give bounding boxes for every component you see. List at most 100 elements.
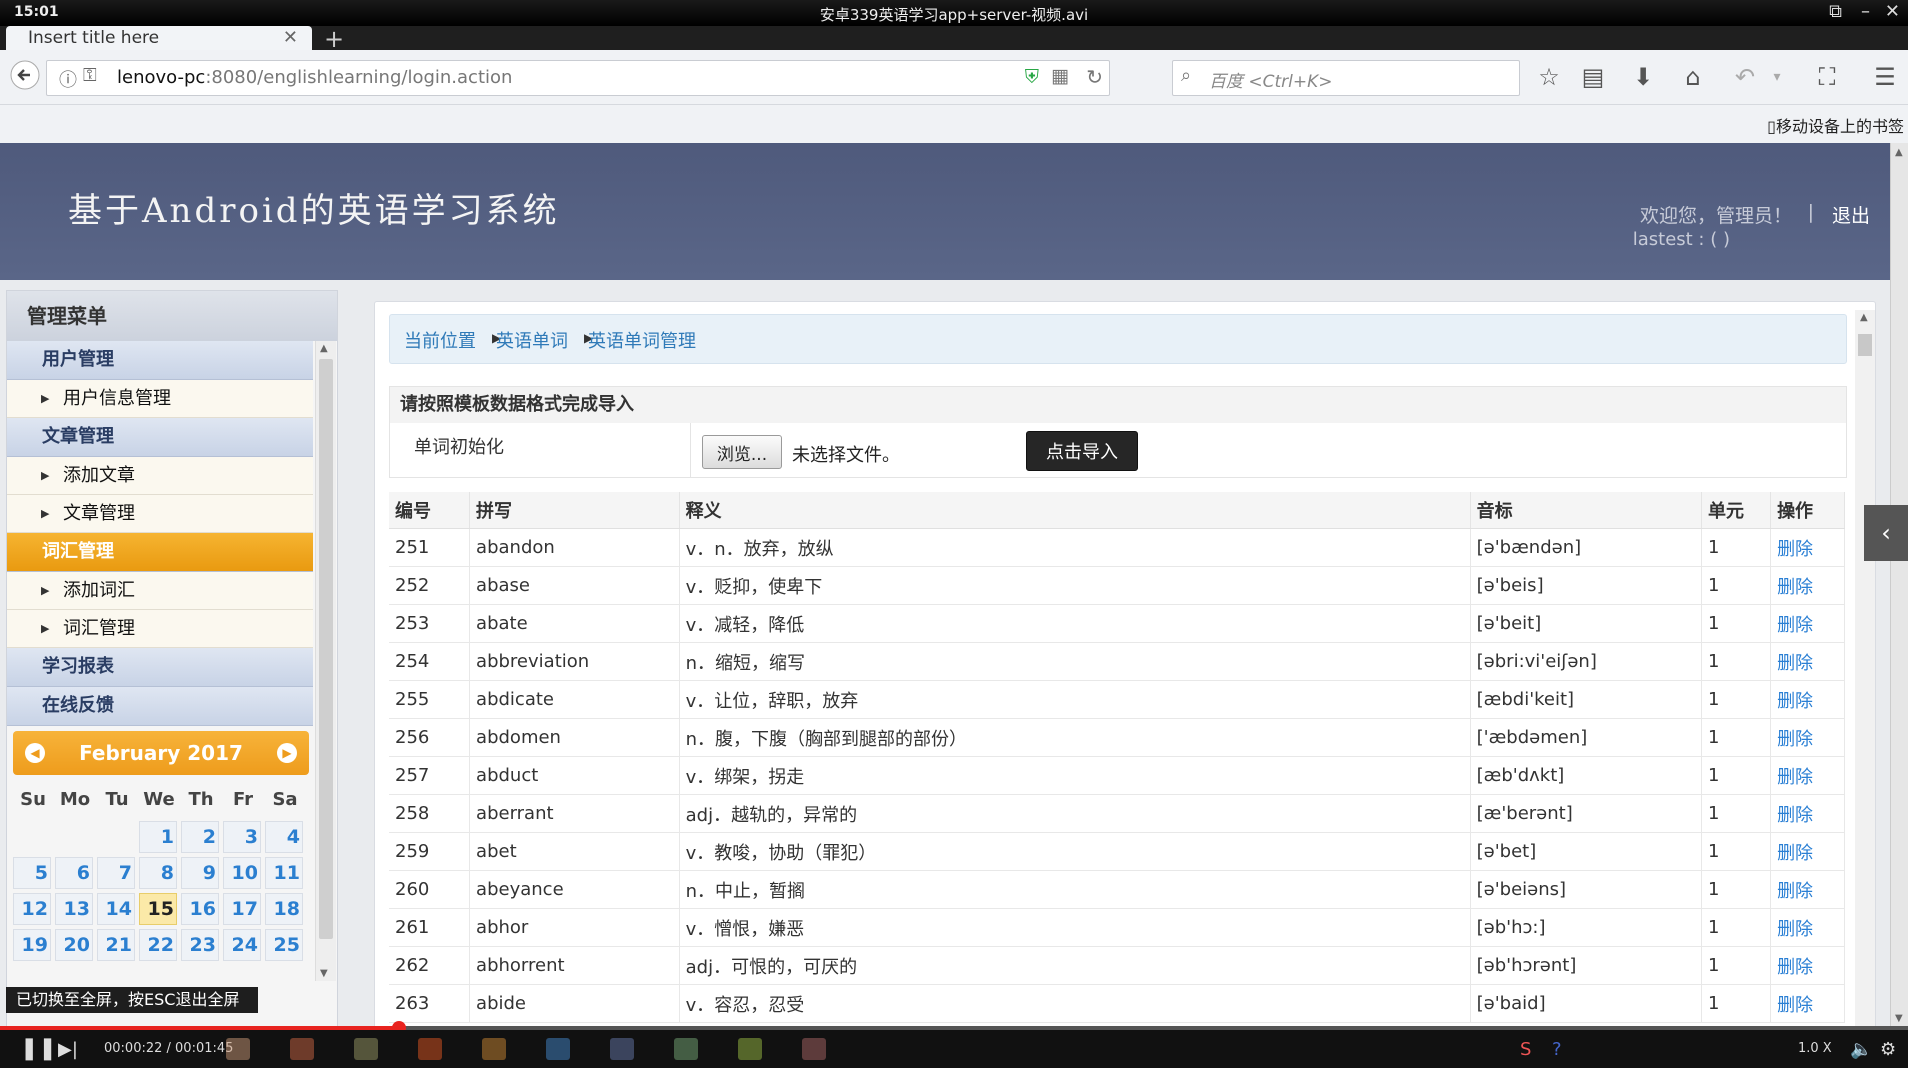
calendar-day[interactable]: 4 — [265, 821, 303, 853]
calendar-day[interactable]: 17 — [223, 893, 261, 925]
scroll-down-icon[interactable]: ▼ — [320, 968, 328, 979]
reload-icon[interactable]: ↻ — [1086, 65, 1103, 89]
calendar-day[interactable]: 18 — [265, 893, 303, 925]
page-scrollbar[interactable]: ▲ ▼ — [1890, 143, 1908, 1028]
next-month-icon[interactable]: ▶ — [277, 743, 297, 763]
taskbar-app-icon[interactable] — [674, 1038, 698, 1060]
back-icon[interactable] — [8, 60, 42, 94]
delete-link[interactable]: 删除 — [1770, 794, 1845, 833]
taskbar-app-icon[interactable] — [354, 1038, 378, 1060]
calendar-day[interactable]: 10 — [223, 857, 261, 889]
taskbar-app-icon[interactable] — [738, 1038, 762, 1060]
minimize-icon[interactable]: – — [1861, 1, 1870, 22]
logout-link[interactable]: 退出 — [1832, 201, 1870, 228]
sidebar-category[interactable]: 在线反馈 — [7, 687, 313, 726]
delete-link[interactable]: 删除 — [1770, 528, 1845, 567]
delete-link[interactable]: 删除 — [1770, 946, 1845, 985]
calendar-day[interactable]: 11 — [265, 857, 303, 889]
search-box[interactable]: ⌕ 百度 <Ctrl+K> — [1172, 60, 1520, 96]
new-tab-icon[interactable]: + — [324, 25, 344, 53]
star-icon[interactable]: ☆ — [1532, 60, 1566, 94]
delete-link[interactable]: 删除 — [1770, 604, 1845, 643]
next-icon[interactable]: ▶| — [58, 1039, 78, 1060]
delete-link[interactable]: 删除 — [1770, 870, 1845, 909]
qr-code-icon[interactable]: ▦ — [1051, 65, 1069, 87]
taskbar-app-icon[interactable] — [482, 1038, 506, 1060]
scroll-up-icon[interactable]: ▲ — [1860, 312, 1868, 323]
delete-link[interactable]: 删除 — [1770, 908, 1845, 947]
prev-month-icon[interactable]: ◀ — [25, 743, 45, 763]
home-icon[interactable]: ⌂ — [1676, 60, 1710, 94]
browse-button[interactable]: 浏览... — [702, 435, 782, 469]
help-icon[interactable]: ? — [1552, 1039, 1562, 1060]
calendar-day[interactable]: 6 — [55, 857, 93, 889]
sidebar-scrollbar[interactable]: ▲ ▼ — [315, 341, 336, 981]
delete-link[interactable]: 删除 — [1770, 680, 1845, 719]
calendar-day[interactable]: 22 — [139, 929, 177, 961]
clipboard-icon[interactable]: ▤ — [1576, 60, 1610, 94]
pause-icon[interactable]: ❚❚ — [20, 1036, 57, 1061]
main-scrollbar[interactable]: ▲ ▼ — [1855, 310, 1875, 1028]
taskbar-app-icon[interactable] — [226, 1038, 250, 1060]
sidebar-category[interactable]: 用户管理 — [7, 341, 313, 380]
calendar-day[interactable]: 21 — [97, 929, 135, 961]
mobile-bookmarks[interactable]: ▯移动设备上的书签 — [1767, 113, 1904, 137]
calendar-day[interactable]: 19 — [13, 929, 51, 961]
chevron-down-icon[interactable]: ▾ — [1760, 60, 1794, 94]
sidebar-category[interactable]: 词汇管理 — [7, 533, 313, 572]
shield-icon[interactable]: ⛨ — [1025, 66, 1039, 88]
delete-link[interactable]: 删除 — [1770, 756, 1845, 795]
close-tab-icon[interactable]: ✕ — [283, 27, 298, 48]
calendar-day[interactable]: 5 — [13, 857, 51, 889]
delete-link[interactable]: 删除 — [1770, 566, 1845, 605]
close-icon[interactable]: ✕ — [1885, 1, 1900, 22]
calendar-day[interactable]: 7 — [97, 857, 135, 889]
taskbar-app-icon[interactable] — [610, 1038, 634, 1060]
scroll-down-icon[interactable]: ▼ — [1895, 1013, 1903, 1024]
breadcrumb-item-word-management[interactable]: 英语单词管理 — [588, 327, 696, 353]
calendar-day[interactable]: 16 — [181, 893, 219, 925]
calendar-day[interactable]: 20 — [55, 929, 93, 961]
browser-tab[interactable]: Insert title here ✕ — [6, 26, 312, 52]
calendar-day[interactable]: 8 — [139, 857, 177, 889]
calendar-day[interactable]: 12 — [13, 893, 51, 925]
calendar-day[interactable]: 1 — [139, 821, 177, 853]
sidebar-item[interactable]: ▶ 添加词汇 — [7, 572, 313, 610]
calendar-day[interactable]: 24 — [223, 929, 261, 961]
taskbar-app-icon[interactable] — [290, 1038, 314, 1060]
sidebar-item[interactable]: ▶ 词汇管理 — [7, 610, 313, 648]
calendar-day[interactable]: 13 — [55, 893, 93, 925]
undo-icon[interactable]: ↶ — [1728, 60, 1762, 94]
download-icon[interactable]: ⬇ — [1626, 60, 1660, 94]
calendar-day[interactable]: 23 — [181, 929, 219, 961]
volume-icon[interactable]: 🔈 — [1850, 1039, 1872, 1060]
taskbar-app-icon[interactable] — [802, 1038, 826, 1060]
calendar-day[interactable]: 25 — [265, 929, 303, 961]
calendar-day[interactable]: 3 — [223, 821, 261, 853]
breadcrumb-item-location[interactable]: 当前位置 — [404, 327, 476, 353]
calendar-day[interactable]: 14 — [97, 893, 135, 925]
sidebar-category[interactable]: 学习报表 — [7, 648, 313, 687]
calendar-day[interactable]: 15 — [139, 893, 177, 925]
fullscreen-icon[interactable]: ⧉ — [1829, 1, 1842, 22]
scroll-up-icon[interactable]: ▲ — [320, 343, 328, 354]
info-icon[interactable]: ⓘ — [59, 66, 77, 92]
delete-link[interactable]: 删除 — [1770, 832, 1845, 871]
menu-icon[interactable]: ☰ — [1868, 60, 1902, 94]
playback-speed[interactable]: 1.0 X — [1798, 1041, 1832, 1056]
address-bar[interactable]: ⓘ ⚿ lenovo-pc:8080/englishlearning/login… — [46, 60, 1110, 96]
import-button[interactable]: 点击导入 — [1026, 431, 1138, 471]
crop-icon[interactable]: ⛶ — [1810, 60, 1844, 94]
calendar-day[interactable]: 2 — [181, 821, 219, 853]
taskbar-app-icon[interactable] — [418, 1038, 442, 1060]
sidebar-scroll-thumb[interactable] — [319, 359, 333, 939]
sidebar-item[interactable]: ▶ 添加文章 — [7, 457, 313, 495]
delete-link[interactable]: 删除 — [1770, 984, 1845, 1023]
sidebar-category[interactable]: 文章管理 — [7, 418, 313, 457]
collapse-panel-icon[interactable]: ‹ — [1864, 505, 1908, 561]
settings-icon[interactable]: ⚙ — [1880, 1039, 1896, 1060]
sidebar-item[interactable]: ▶ 文章管理 — [7, 495, 313, 533]
breadcrumb-item-words[interactable]: 英语单词 — [496, 327, 568, 353]
taskbar-app-icon[interactable] — [546, 1038, 570, 1060]
url-text[interactable]: lenovo-pc:8080/englishlearning/login.act… — [117, 67, 512, 88]
